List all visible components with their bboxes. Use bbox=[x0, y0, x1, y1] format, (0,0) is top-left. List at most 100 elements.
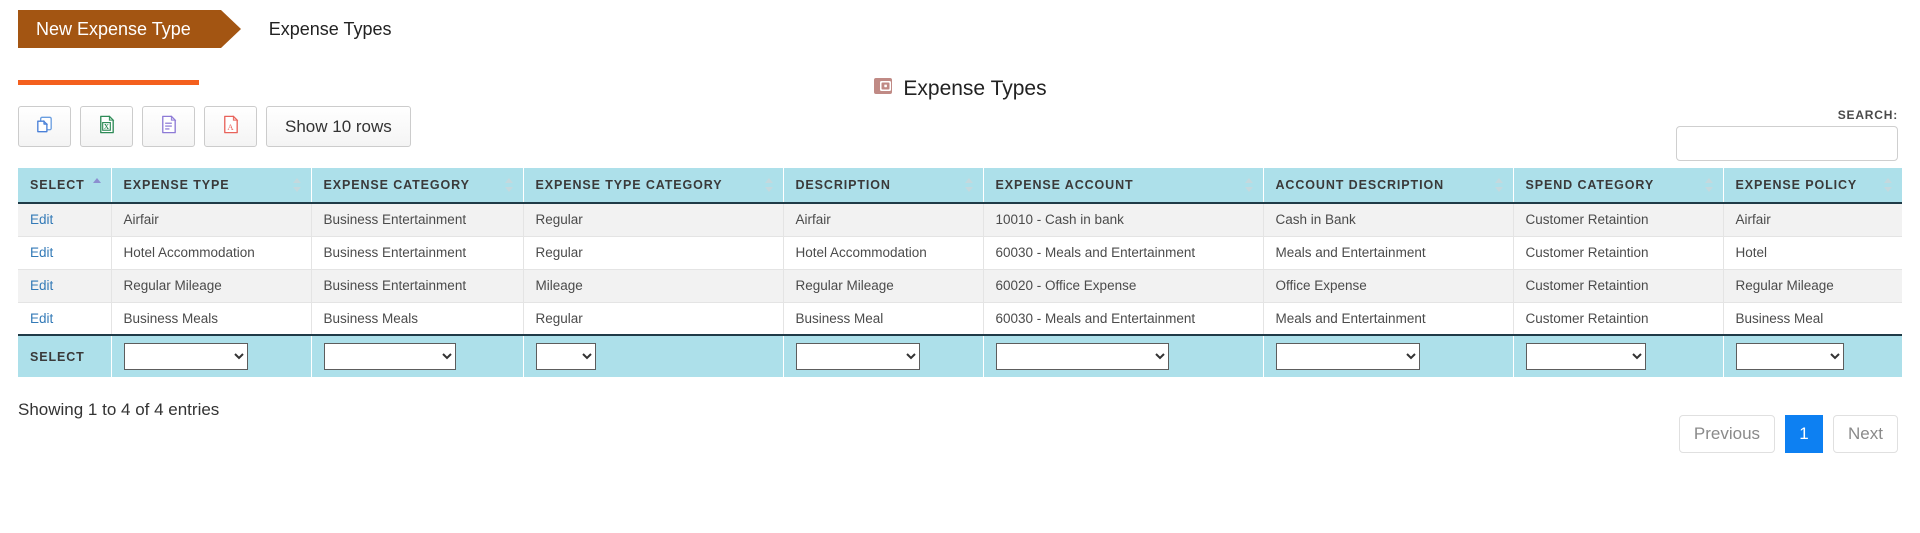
page-title: Expense Types bbox=[0, 76, 1920, 101]
column-header-expense-type[interactable]: EXPENSE TYPE bbox=[111, 168, 312, 204]
edit-link[interactable]: Edit bbox=[30, 311, 53, 326]
sort-toggle-icon[interactable] bbox=[1244, 177, 1254, 193]
cell-account-description: Office Expense bbox=[1263, 269, 1514, 303]
show-rows-label: Show 10 rows bbox=[285, 116, 392, 136]
expense-type-filter[interactable] bbox=[123, 343, 248, 370]
cell-expense-policy: Airfair bbox=[1723, 203, 1902, 237]
cell-spend-category: Customer Retaintion bbox=[1513, 236, 1724, 270]
expense-types-table-container: SELECT EXPENSE TYPE EXPENSE CATEGORY EXPENS… bbox=[18, 168, 1902, 377]
copy-button[interactable] bbox=[18, 106, 71, 147]
expense-policy-filter[interactable] bbox=[1735, 343, 1844, 370]
cell-expense-type: Business Meals bbox=[111, 302, 312, 336]
cell-expense-type-category: Mileage bbox=[523, 269, 784, 303]
column-header-expense-type-category[interactable]: EXPENSE TYPE CATEGORY bbox=[523, 168, 784, 204]
sort-toggle-icon[interactable] bbox=[292, 177, 302, 193]
sort-toggle-icon[interactable] bbox=[1494, 177, 1504, 193]
column-header-label: SELECT bbox=[30, 178, 85, 192]
document-export-button[interactable] bbox=[142, 106, 195, 147]
cell-spend-category: Customer Retaintion bbox=[1513, 302, 1724, 336]
showing-entries-text: Showing 1 to 4 of 4 entries bbox=[18, 400, 220, 419]
expense-type-category-filter[interactable] bbox=[535, 343, 596, 370]
sort-toggle-icon[interactable] bbox=[1884, 177, 1893, 193]
filter-cell bbox=[1513, 335, 1724, 377]
page-title-label: Expense Types bbox=[903, 76, 1047, 100]
filter-select-label-cell: SELECT bbox=[18, 335, 112, 377]
show-rows-button[interactable]: Show 10 rows bbox=[266, 106, 411, 147]
pdf-export-button[interactable]: A bbox=[204, 106, 257, 147]
sort-ascending-icon[interactable] bbox=[92, 177, 102, 193]
filter-cell bbox=[1263, 335, 1514, 377]
cell-select: Edit bbox=[18, 203, 112, 237]
filter-cell bbox=[983, 335, 1264, 377]
expense-category-filter[interactable] bbox=[323, 343, 456, 370]
page-1-label: 1 bbox=[1799, 424, 1809, 443]
cell-description: Airfair bbox=[783, 203, 984, 237]
cell-expense-type-category: Regular bbox=[523, 236, 784, 270]
tab-new-expense-type[interactable]: New Expense Type bbox=[18, 10, 241, 48]
column-header-expense-policy[interactable]: EXPENSE POLICY bbox=[1723, 168, 1902, 204]
table-row: Edit Business Meals Business Meals Regular B… bbox=[18, 302, 1902, 336]
sort-toggle-icon[interactable] bbox=[504, 177, 514, 193]
excel-export-icon: X bbox=[96, 114, 117, 140]
account-description-filter[interactable] bbox=[1275, 343, 1420, 370]
sort-toggle-icon[interactable] bbox=[764, 177, 774, 193]
expense-account-filter[interactable] bbox=[995, 343, 1169, 370]
cell-expense-category: Business Entertainment bbox=[311, 236, 524, 270]
column-header-description[interactable]: DESCRIPTION bbox=[783, 168, 984, 204]
table-row: Edit Airfair Business Entertainment Regular… bbox=[18, 203, 1902, 237]
edit-link[interactable]: Edit bbox=[30, 278, 53, 293]
sort-toggle-icon[interactable] bbox=[1704, 177, 1714, 193]
table-filter-row: SELECT bbox=[18, 335, 1902, 377]
excel-export-button[interactable]: X bbox=[80, 106, 133, 147]
column-header-label: ACCOUNT DESCRIPTION bbox=[1275, 178, 1444, 192]
cell-account-description: Cash in Bank bbox=[1263, 203, 1514, 237]
column-header-label: EXPENSE POLICY bbox=[1735, 178, 1858, 192]
search-area: SEARCH: bbox=[1676, 108, 1898, 161]
cell-expense-category: Business Entertainment bbox=[311, 203, 524, 237]
column-header-label: EXPENSE CATEGORY bbox=[323, 178, 470, 192]
cell-expense-type: Hotel Accommodation bbox=[111, 236, 312, 270]
sort-toggle-icon[interactable] bbox=[964, 177, 974, 193]
search-input[interactable] bbox=[1676, 126, 1898, 161]
cell-select: Edit bbox=[18, 302, 112, 336]
previous-page-button[interactable]: Previous bbox=[1678, 415, 1776, 453]
column-header-spend-category[interactable]: SPEND CATEGORY bbox=[1513, 168, 1724, 204]
cell-spend-category: Customer Retaintion bbox=[1513, 203, 1724, 237]
tab-new-expense-type-label: New Expense Type bbox=[36, 18, 191, 39]
cell-select: Edit bbox=[18, 236, 112, 270]
edit-link[interactable]: Edit bbox=[30, 245, 53, 260]
pdf-export-icon: A bbox=[220, 114, 241, 140]
pagination: Previous 1 Next bbox=[1678, 415, 1898, 453]
filter-cell bbox=[1723, 335, 1902, 377]
cell-account-description: Meals and Entertainment bbox=[1263, 302, 1514, 336]
edit-link[interactable]: Edit bbox=[30, 212, 53, 227]
column-header-expense-category[interactable]: EXPENSE CATEGORY bbox=[311, 168, 524, 204]
tab-expense-types[interactable]: Expense Types bbox=[269, 19, 392, 40]
tab-strip: New Expense Type Expense Types bbox=[0, 0, 1920, 58]
column-header-select[interactable]: SELECT bbox=[18, 168, 112, 204]
cell-expense-policy: Regular Mileage bbox=[1723, 269, 1902, 303]
copy-icon bbox=[34, 114, 55, 140]
cell-expense-type-category: Regular bbox=[523, 203, 784, 237]
column-header-expense-account[interactable]: EXPENSE ACCOUNT bbox=[983, 168, 1264, 204]
cell-expense-category: Business Meals bbox=[311, 302, 524, 336]
column-header-account-description[interactable]: ACCOUNT DESCRIPTION bbox=[1263, 168, 1514, 204]
description-filter[interactable] bbox=[795, 343, 920, 370]
cell-expense-type: Regular Mileage bbox=[111, 269, 312, 303]
search-label: SEARCH: bbox=[1837, 108, 1898, 122]
spend-category-filter[interactable] bbox=[1525, 343, 1646, 370]
next-page-label: Next bbox=[1848, 424, 1883, 443]
document-export-icon bbox=[158, 114, 179, 140]
table-header-row: SELECT EXPENSE TYPE EXPENSE CATEGORY EXPENS… bbox=[18, 168, 1902, 204]
next-page-button[interactable]: Next bbox=[1833, 415, 1898, 453]
cell-expense-type-category: Regular bbox=[523, 302, 784, 336]
column-header-label: SPEND CATEGORY bbox=[1525, 178, 1655, 192]
previous-page-label: Previous bbox=[1693, 424, 1761, 443]
cell-expense-policy: Hotel bbox=[1723, 236, 1902, 270]
expense-types-icon bbox=[873, 76, 893, 101]
cell-expense-account: 60020 - Office Expense bbox=[983, 269, 1264, 303]
page-1-button[interactable]: 1 bbox=[1785, 415, 1824, 453]
cell-expense-policy: Business Meal bbox=[1723, 302, 1902, 336]
cell-select: Edit bbox=[18, 269, 112, 303]
column-header-label: EXPENSE TYPE bbox=[123, 178, 230, 192]
